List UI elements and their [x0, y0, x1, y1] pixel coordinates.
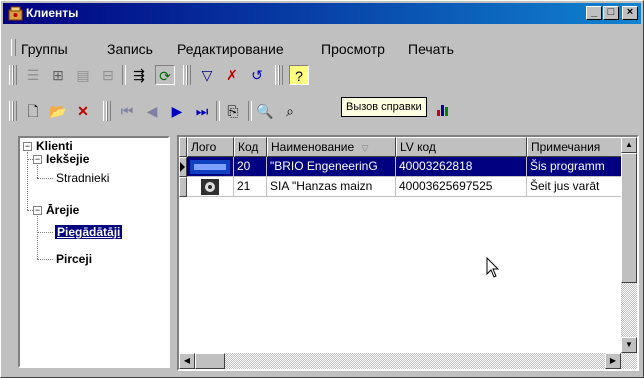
close-button[interactable]: ×: [622, 6, 638, 20]
first-record-icon[interactable]: ⏮: [117, 101, 137, 121]
tree-remove-icon[interactable]: ⊟: [98, 65, 118, 85]
code-cell[interactable]: 20: [234, 157, 267, 177]
maximize-button[interactable]: □: [603, 6, 619, 20]
find-icon[interactable]: 🔍: [255, 101, 275, 121]
app-icon: [8, 6, 23, 21]
tree-node-workers[interactable]: Stradnieki: [56, 171, 109, 185]
toolbar-grip[interactable]: [103, 101, 111, 121]
window-title: Клиенты: [26, 6, 79, 20]
help-icon[interactable]: ?: [289, 65, 309, 85]
collapse-icon[interactable]: −: [33, 155, 42, 164]
row-indicator: [179, 177, 187, 197]
horizontal-scroll-thumb[interactable]: [195, 353, 225, 369]
name-cell[interactable]: "BRIO EngeneerinG: [267, 157, 396, 177]
move-icon[interactable]: ⇶: [129, 65, 149, 85]
tree-add-icon[interactable]: ⊞: [48, 65, 68, 85]
separator: [216, 101, 220, 121]
notes-cell[interactable]: Šis programm: [527, 157, 625, 177]
delete-icon[interactable]: ✕: [73, 101, 93, 121]
row-indicator: [179, 157, 187, 177]
menu-groups[interactable]: Группы: [21, 41, 68, 57]
name-cell[interactable]: SIA "Hanzas maizn: [267, 177, 396, 197]
refresh-icon[interactable]: ↺: [247, 65, 267, 85]
title-bar[interactable]: Клиенты _ □ ×: [3, 3, 641, 24]
lv-code-cell[interactable]: 40003625697525: [396, 177, 527, 197]
collapse-icon[interactable]: −: [23, 142, 32, 151]
logo-cell[interactable]: [187, 177, 234, 197]
separator: [248, 101, 252, 121]
new-document-icon[interactable]: 🗋: [23, 101, 43, 121]
header-indicator: [179, 137, 187, 157]
tree-node-buyers[interactable]: Pirceji: [56, 252, 92, 266]
logo-image: [201, 179, 219, 195]
separator: [122, 65, 126, 85]
minimize-button[interactable]: _: [586, 6, 602, 20]
groups-tree: − Klienti − Iekšejie Stradnieki − Ārejie…: [18, 136, 170, 368]
refresh-tree-icon[interactable]: ⟳: [155, 65, 175, 85]
sort-arrow-icon: ▽: [361, 143, 369, 153]
tree-node-internal[interactable]: Iekšejie: [46, 152, 89, 166]
tree-node-external[interactable]: Ārejie: [46, 203, 79, 217]
menu-print[interactable]: Печать: [408, 41, 454, 57]
chart-icon[interactable]: [433, 101, 453, 121]
tooltip: Вызов справки: [341, 97, 427, 117]
menu-edit[interactable]: Редактирование: [177, 41, 284, 57]
toolbar-groups: ☰ ⊞ ▤ ⊟ ⇶ ⟳ ▽ ✗ ↺ ?: [3, 61, 641, 89]
tree-edit-icon[interactable]: ▤: [73, 65, 93, 85]
toolbar-records: 🗋 📂 ✕ ⏮ ◀ ▶ ⏭ ⎘ 🔍 ⌕: [3, 97, 641, 125]
list-icon[interactable]: ☰: [23, 65, 43, 85]
logo-cell[interactable]: [187, 157, 234, 177]
menu-record[interactable]: Запись: [107, 41, 153, 57]
next-record-icon[interactable]: ▶: [167, 101, 187, 121]
column-header-name-label: Наименование: [271, 140, 355, 154]
scroll-right-button[interactable]: ▶: [605, 353, 621, 369]
horizontal-scrollbar[interactable]: ◀ ▶: [179, 353, 621, 369]
application-window: Клиенты _ □ × Группы Запись Редактирован…: [0, 0, 644, 378]
vertical-scrollbar[interactable]: ▲ ▼: [621, 137, 637, 369]
menubar-grip[interactable]: [11, 39, 16, 56]
clear-filter-icon[interactable]: ✗: [222, 65, 242, 85]
scroll-down-button[interactable]: ▼: [621, 337, 637, 353]
open-folder-icon[interactable]: 📂: [48, 101, 68, 121]
find-next-icon[interactable]: ⌕: [280, 101, 300, 121]
toolbar-grip[interactable]: [275, 65, 283, 85]
code-cell[interactable]: 21: [234, 177, 267, 197]
column-header-code[interactable]: Код: [234, 137, 267, 157]
column-header-lv-code[interactable]: LV код: [396, 137, 527, 157]
toolbar-grip[interactable]: [9, 65, 17, 85]
copy-icon[interactable]: ⎘: [223, 101, 243, 121]
column-header-logo[interactable]: Лого: [187, 137, 234, 157]
scroll-up-button[interactable]: ▲: [621, 137, 637, 153]
filter-icon[interactable]: ▽: [197, 65, 217, 85]
menu-view[interactable]: Просмотр: [321, 41, 385, 57]
last-record-icon[interactable]: ⏭: [192, 101, 212, 121]
prev-record-icon[interactable]: ◀: [142, 101, 162, 121]
tree-node-root[interactable]: Klienti: [36, 139, 73, 153]
clients-grid: Лого Код Наименование ▽ LV код Примечани…: [177, 135, 639, 371]
notes-cell[interactable]: Šeit jus varāt: [527, 177, 625, 197]
menu-bar: Группы Запись Редактирование Просмотр Пе…: [3, 37, 641, 59]
scroll-left-button[interactable]: ◀: [179, 353, 195, 369]
column-header-name[interactable]: Наименование ▽: [267, 137, 396, 157]
vertical-scroll-thumb[interactable]: [621, 153, 637, 283]
logo-image: [190, 160, 230, 174]
column-header-notes[interactable]: Примечания: [527, 137, 625, 157]
tree-node-suppliers[interactable]: Piegādātāji: [55, 225, 123, 239]
current-row-icon: [180, 162, 185, 172]
mouse-cursor-icon: [486, 257, 500, 278]
lv-code-cell[interactable]: 40003262818: [396, 157, 527, 177]
toolbar-grip[interactable]: [9, 101, 17, 121]
collapse-icon[interactable]: −: [33, 206, 42, 215]
toolbar-grip[interactable]: [183, 65, 191, 85]
